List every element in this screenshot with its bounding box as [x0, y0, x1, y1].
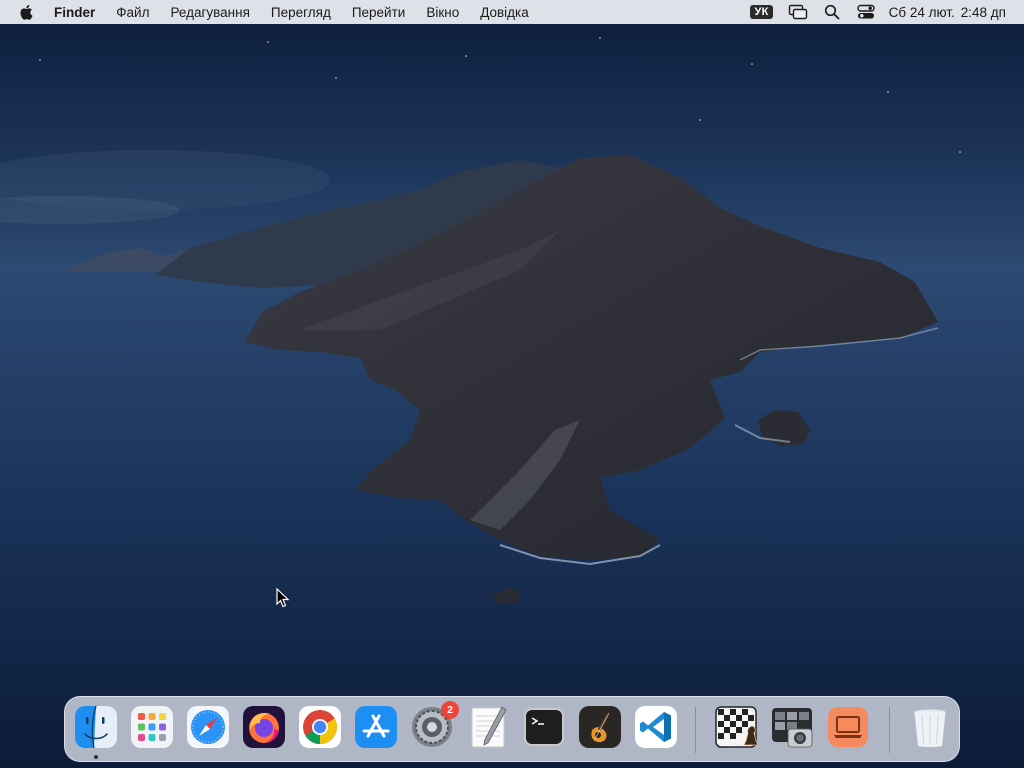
menu-app-finder[interactable]: Finder: [54, 5, 95, 20]
dock-app-app-store[interactable]: [353, 704, 399, 750]
dock-app-terminal[interactable]: [521, 704, 567, 750]
dock-app-firefox[interactable]: [241, 704, 287, 750]
dock-separator-trash: [889, 707, 890, 753]
dock-app-screenshot[interactable]: [769, 704, 815, 750]
safari-icon: [187, 706, 229, 748]
menu-bar-date[interactable]: Сб 24 лют.: [889, 5, 955, 20]
menu-bar-left: Finder Файл Редагування Перегляд Перейти…: [0, 0, 550, 24]
dock-app-safari[interactable]: [185, 704, 231, 750]
dock-app-textedit[interactable]: [465, 704, 511, 750]
dock-app-launchpad[interactable]: [129, 704, 175, 750]
dock-app-chrome[interactable]: [297, 704, 343, 750]
menu-window[interactable]: Вікно: [426, 5, 459, 20]
system-preferences-badge: 2: [441, 701, 459, 719]
menu-view[interactable]: Перегляд: [271, 5, 331, 20]
textedit-icon: [471, 706, 507, 748]
app-store-icon: [355, 706, 397, 748]
dock-app-vscode[interactable]: [633, 704, 679, 750]
mouse-cursor-icon: [276, 588, 290, 608]
dock-app-remote-desktop[interactable]: [825, 704, 871, 750]
dock-app-garageband[interactable]: [577, 704, 623, 750]
menu-bar: Finder Файл Редагування Перегляд Перейти…: [0, 0, 1024, 24]
garageband-icon: [579, 706, 621, 748]
menu-bar-time[interactable]: 2:48 дп: [961, 5, 1006, 20]
dock-separator: [695, 707, 696, 753]
dock-app-system-preferences[interactable]: 2: [409, 701, 459, 750]
menu-help[interactable]: Довідка: [480, 5, 529, 20]
apple-menu-icon[interactable]: [14, 4, 38, 20]
chrome-icon: [299, 706, 341, 748]
menu-bar-status: УК Сб 24 лют. 2:48 дп: [750, 0, 1024, 24]
vscode-icon: [635, 706, 677, 748]
control-center-icon[interactable]: [855, 3, 877, 21]
dock: 2: [64, 696, 960, 762]
menu-file[interactable]: Файл: [116, 5, 149, 20]
dock-app-finder[interactable]: [73, 704, 119, 750]
menu-edit[interactable]: Редагування: [170, 5, 249, 20]
chess-icon: [715, 706, 758, 748]
firefox-icon: [243, 706, 285, 748]
finder-running-indicator: [94, 755, 98, 759]
remote-desktop-icon: [828, 707, 868, 747]
finder-icon: [75, 705, 117, 749]
dock-app-chess[interactable]: [713, 704, 759, 750]
trash-icon: [913, 708, 947, 748]
menu-go[interactable]: Перейти: [352, 5, 406, 20]
search-icon[interactable]: [821, 3, 843, 21]
input-source-indicator[interactable]: УК: [750, 5, 773, 19]
desktop-wallpaper: [0, 0, 1024, 768]
screen-mirroring-icon[interactable]: [787, 3, 809, 21]
dock-app-trash[interactable]: [907, 704, 953, 750]
launchpad-icon: [131, 706, 173, 748]
screenshot-icon: [772, 708, 813, 748]
terminal-icon: [524, 708, 564, 746]
